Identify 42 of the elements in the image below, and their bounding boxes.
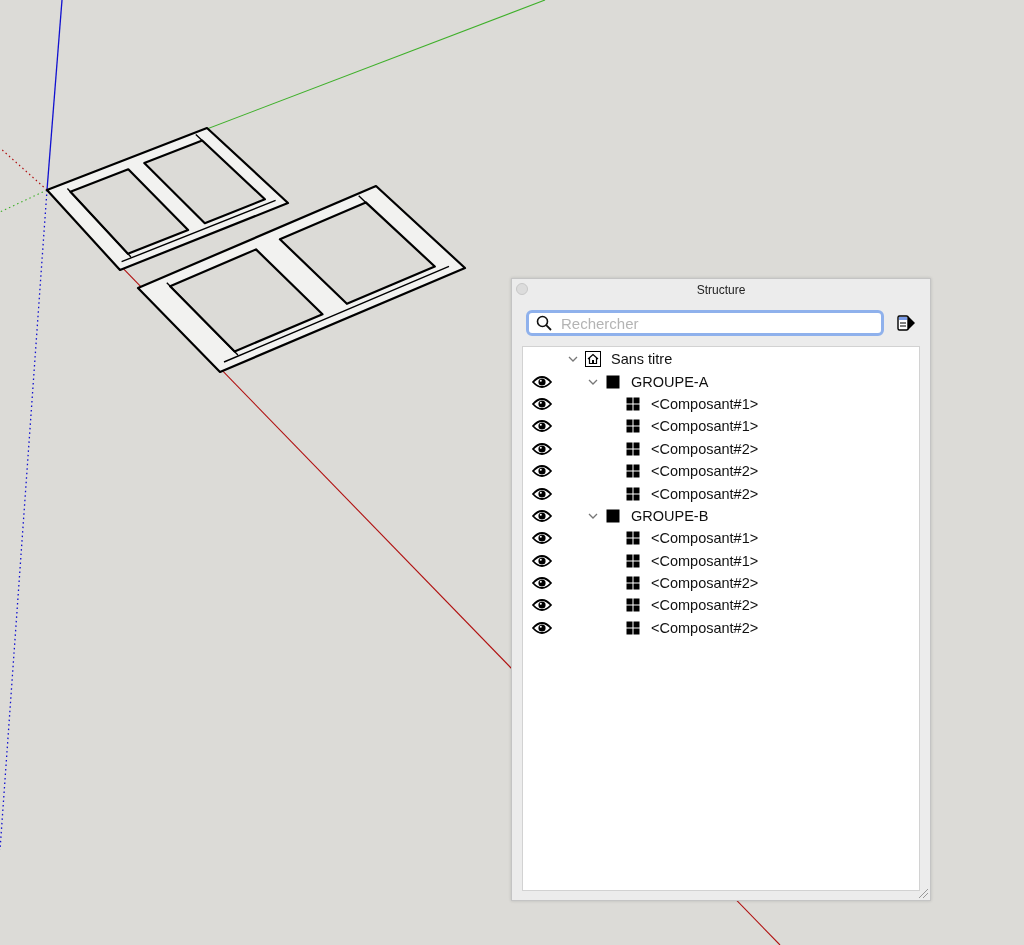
search-field[interactable]: Rechercher — [526, 310, 884, 336]
tree-item[interactable]: <Composant#2> — [651, 597, 759, 614]
four-squares-icon — [625, 530, 641, 547]
panel-title: Structure — [696, 282, 746, 297]
eye-icon[interactable] — [532, 419, 552, 434]
tree-item[interactable]: <Composant#1> — [651, 552, 759, 569]
tree-item[interactable]: <Composant#2> — [651, 463, 759, 480]
four-squares-icon — [625, 619, 641, 636]
tree-item[interactable]: GROUPE-A — [631, 373, 709, 390]
square-icon — [605, 373, 621, 390]
eye-icon[interactable] — [532, 598, 552, 613]
eye-icon[interactable] — [532, 508, 552, 523]
tree-item[interactable]: Sans titre — [611, 351, 673, 368]
house-icon — [585, 351, 601, 368]
four-squares-icon — [625, 597, 641, 614]
four-squares-icon — [625, 440, 641, 457]
square-icon — [605, 507, 621, 524]
tree-item[interactable]: <Composant#1> — [651, 395, 759, 412]
tree-item[interactable]: <Composant#2> — [651, 485, 759, 502]
tree-item[interactable]: GROUPE-B — [631, 507, 709, 524]
eye-icon[interactable] — [532, 486, 552, 501]
four-squares-icon — [625, 395, 641, 412]
eye-icon[interactable] — [532, 374, 552, 389]
tree-item[interactable]: <Composant#2> — [651, 575, 759, 592]
four-squares-icon — [625, 463, 641, 480]
resize-grip-icon[interactable] — [918, 888, 928, 898]
eye-icon[interactable] — [532, 620, 552, 635]
four-squares-icon — [625, 552, 641, 569]
eye-icon[interactable] — [532, 396, 552, 411]
eye-icon[interactable] — [532, 576, 552, 591]
four-squares-icon — [625, 485, 641, 502]
eye-icon[interactable] — [532, 441, 552, 456]
eye-icon[interactable] — [532, 553, 552, 568]
tree-item[interactable]: <Composant#1> — [651, 530, 759, 547]
four-squares-icon — [625, 575, 641, 592]
tree-item[interactable]: <Composant#2> — [651, 619, 759, 636]
four-squares-icon — [625, 418, 641, 435]
details-arrow-icon[interactable] — [896, 313, 916, 333]
tree-item[interactable]: <Composant#2> — [651, 440, 759, 457]
tree-item[interactable]: <Composant#1> — [651, 418, 759, 435]
eye-icon[interactable] — [532, 464, 552, 479]
eye-icon[interactable] — [532, 531, 552, 546]
